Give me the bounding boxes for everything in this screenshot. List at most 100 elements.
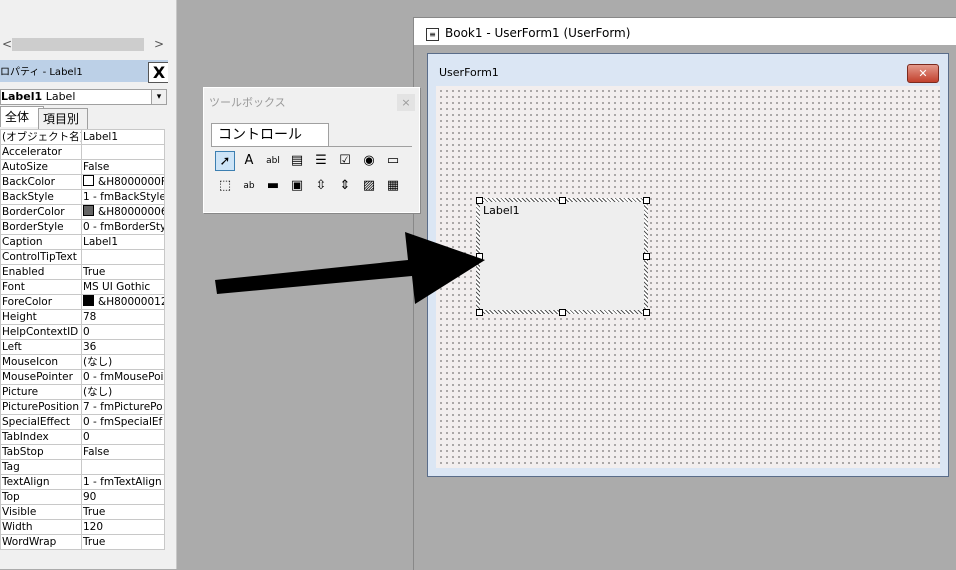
property-name[interactable]: BackStyle <box>0 189 82 205</box>
resize-handle-n[interactable] <box>559 197 566 204</box>
property-row[interactable]: TextAlign 1 - fmTextAlign <box>0 474 165 490</box>
userform-close-button[interactable]: ✕ <box>907 64 939 83</box>
property-value[interactable]: Label1 <box>81 129 165 145</box>
property-row[interactable]: Top 90 <box>0 489 165 505</box>
property-row[interactable]: TabIndex 0 <box>0 429 165 445</box>
property-value[interactable]: 1 - fmTextAlign <box>81 474 165 490</box>
scroll-right-icon[interactable]: > <box>152 36 166 53</box>
property-name[interactable]: (オブジェクト名) <box>0 129 82 145</box>
multipage-tool-icon[interactable]: ▣ <box>287 176 307 196</box>
resize-handle-se[interactable] <box>643 309 650 316</box>
property-name[interactable]: SpecialEffect <box>0 414 82 430</box>
property-value[interactable]: Label1 <box>81 234 165 250</box>
resize-handle-s[interactable] <box>559 309 566 316</box>
property-value[interactable]: &H80000006& <box>81 204 165 220</box>
property-name[interactable]: Width <box>0 519 82 535</box>
property-name[interactable]: AutoSize <box>0 159 82 175</box>
property-value[interactable]: 0 <box>81 324 165 340</box>
property-value[interactable] <box>81 249 165 265</box>
property-row[interactable]: MousePointer 0 - fmMousePoi <box>0 369 165 385</box>
chevron-down-icon[interactable]: ▾ <box>151 90 166 104</box>
property-name[interactable]: WordWrap <box>0 534 82 550</box>
toolbox-window[interactable]: ツールボックス × コントロール ➚ Aabl ▤ ☰ ☑ ◉ ▭ ⬚ ab ▬ ▣ ⇳ ⇕ ▨ ▦ <box>203 87 420 213</box>
commandbutton-tool-icon[interactable]: ab <box>239 176 259 196</box>
property-value[interactable]: &H80000012& <box>81 294 165 310</box>
property-value[interactable]: (なし) <box>81 384 165 400</box>
property-value[interactable]: False <box>81 444 165 460</box>
property-row[interactable]: HelpContextID 0 <box>0 324 165 340</box>
property-name[interactable]: Tag <box>0 459 82 475</box>
property-value[interactable]: 36 <box>81 339 165 355</box>
property-row[interactable]: Enabled True <box>0 264 165 280</box>
property-name[interactable]: MousePointer <box>0 369 82 385</box>
property-row[interactable]: BorderStyle 0 - fmBorderSty <box>0 219 165 235</box>
property-value[interactable]: 0 - fmSpecialEf <box>81 414 165 430</box>
optionbutton-tool-icon[interactable]: ◉ <box>359 151 379 171</box>
property-name[interactable]: Font <box>0 279 82 295</box>
property-name[interactable]: BorderColor <box>0 204 82 220</box>
label-control[interactable]: Label1 <box>476 198 648 314</box>
property-row[interactable]: Caption Label1 <box>0 234 165 250</box>
property-value[interactable]: 0 - fmMousePoi <box>81 369 165 385</box>
panel-splitter[interactable] <box>168 0 177 569</box>
property-row[interactable]: TabStop False <box>0 444 165 460</box>
property-value[interactable]: False <box>81 159 165 175</box>
property-row[interactable]: BorderColor&H80000006& <box>0 204 165 220</box>
property-row[interactable]: BackStyle 1 - fmBackStyle <box>0 189 165 205</box>
property-name[interactable]: PicturePosition <box>0 399 82 415</box>
property-name[interactable]: Left <box>0 339 82 355</box>
togglebutton-tool-icon[interactable]: ▭ <box>383 151 403 171</box>
listbox-tool-icon[interactable]: ☰ <box>311 151 331 171</box>
property-value[interactable] <box>81 144 165 160</box>
tabstrip-tool-icon[interactable]: ▬ <box>263 176 283 196</box>
label-tool-icon[interactable]: A <box>239 151 259 171</box>
property-row[interactable]: Visible True <box>0 504 165 520</box>
object-selector[interactable]: Label1 Label ▾ <box>0 89 167 105</box>
property-row[interactable]: Tag <box>0 459 165 475</box>
resize-handle-ne[interactable] <box>643 197 650 204</box>
property-row[interactable]: Width 120 <box>0 519 165 535</box>
property-name[interactable]: Enabled <box>0 264 82 280</box>
resize-handle-nw[interactable] <box>476 197 483 204</box>
property-row[interactable]: AutoSize False <box>0 159 165 175</box>
property-row[interactable]: Left 36 <box>0 339 165 355</box>
property-row[interactable]: (オブジェクト名) Label1 <box>0 129 165 145</box>
property-row[interactable]: Picture (なし) <box>0 384 165 400</box>
property-row[interactable]: Height 78 <box>0 309 165 325</box>
resize-handle-e[interactable] <box>643 253 650 260</box>
property-name[interactable]: Caption <box>0 234 82 250</box>
property-value[interactable]: 120 <box>81 519 165 535</box>
property-name[interactable]: TabStop <box>0 444 82 460</box>
property-name[interactable]: Picture <box>0 384 82 400</box>
combobox-tool-icon[interactable]: ▤ <box>287 151 307 171</box>
property-row[interactable]: SpecialEffect 0 - fmSpecialEf <box>0 414 165 430</box>
property-value[interactable]: True <box>81 504 165 520</box>
property-value[interactable]: MS UI Gothic <box>81 279 165 295</box>
property-name[interactable]: ForeColor <box>0 294 82 310</box>
property-name[interactable]: Top <box>0 489 82 505</box>
property-name[interactable]: Accelerator <box>0 144 82 160</box>
property-value[interactable]: True <box>81 264 165 280</box>
property-row[interactable]: BackColor&H8000000F& <box>0 174 165 190</box>
property-row[interactable]: ForeColor&H80000012& <box>0 294 165 310</box>
property-name[interactable]: TextAlign <box>0 474 82 490</box>
textbox-tool-icon[interactable]: abl <box>263 151 283 171</box>
properties-close-button[interactable]: X <box>148 62 168 83</box>
property-value[interactable]: True <box>81 534 165 550</box>
select-pointer-icon[interactable]: ➚ <box>215 151 235 171</box>
property-name[interactable]: Visible <box>0 504 82 520</box>
property-row[interactable]: PicturePosition 7 - fmPicturePo <box>0 399 165 415</box>
property-value[interactable]: 0 - fmBorderSty <box>81 219 165 235</box>
horizontal-scrollbar[interactable]: < > <box>0 36 168 53</box>
property-row[interactable]: WordWrap True <box>0 534 165 550</box>
property-row[interactable]: MouseIcon (なし) <box>0 354 165 370</box>
property-row[interactable]: Font MS UI Gothic <box>0 279 165 295</box>
property-name[interactable]: MouseIcon <box>0 354 82 370</box>
property-name[interactable]: Height <box>0 309 82 325</box>
property-value[interactable]: 1 - fmBackStyle <box>81 189 165 205</box>
tab-controls[interactable]: コントロール <box>211 123 329 147</box>
property-value[interactable]: 0 <box>81 429 165 445</box>
resize-handle-sw[interactable] <box>476 309 483 316</box>
property-name[interactable]: BorderStyle <box>0 219 82 235</box>
scrollbar-tool-icon[interactable]: ⇳ <box>311 176 331 196</box>
